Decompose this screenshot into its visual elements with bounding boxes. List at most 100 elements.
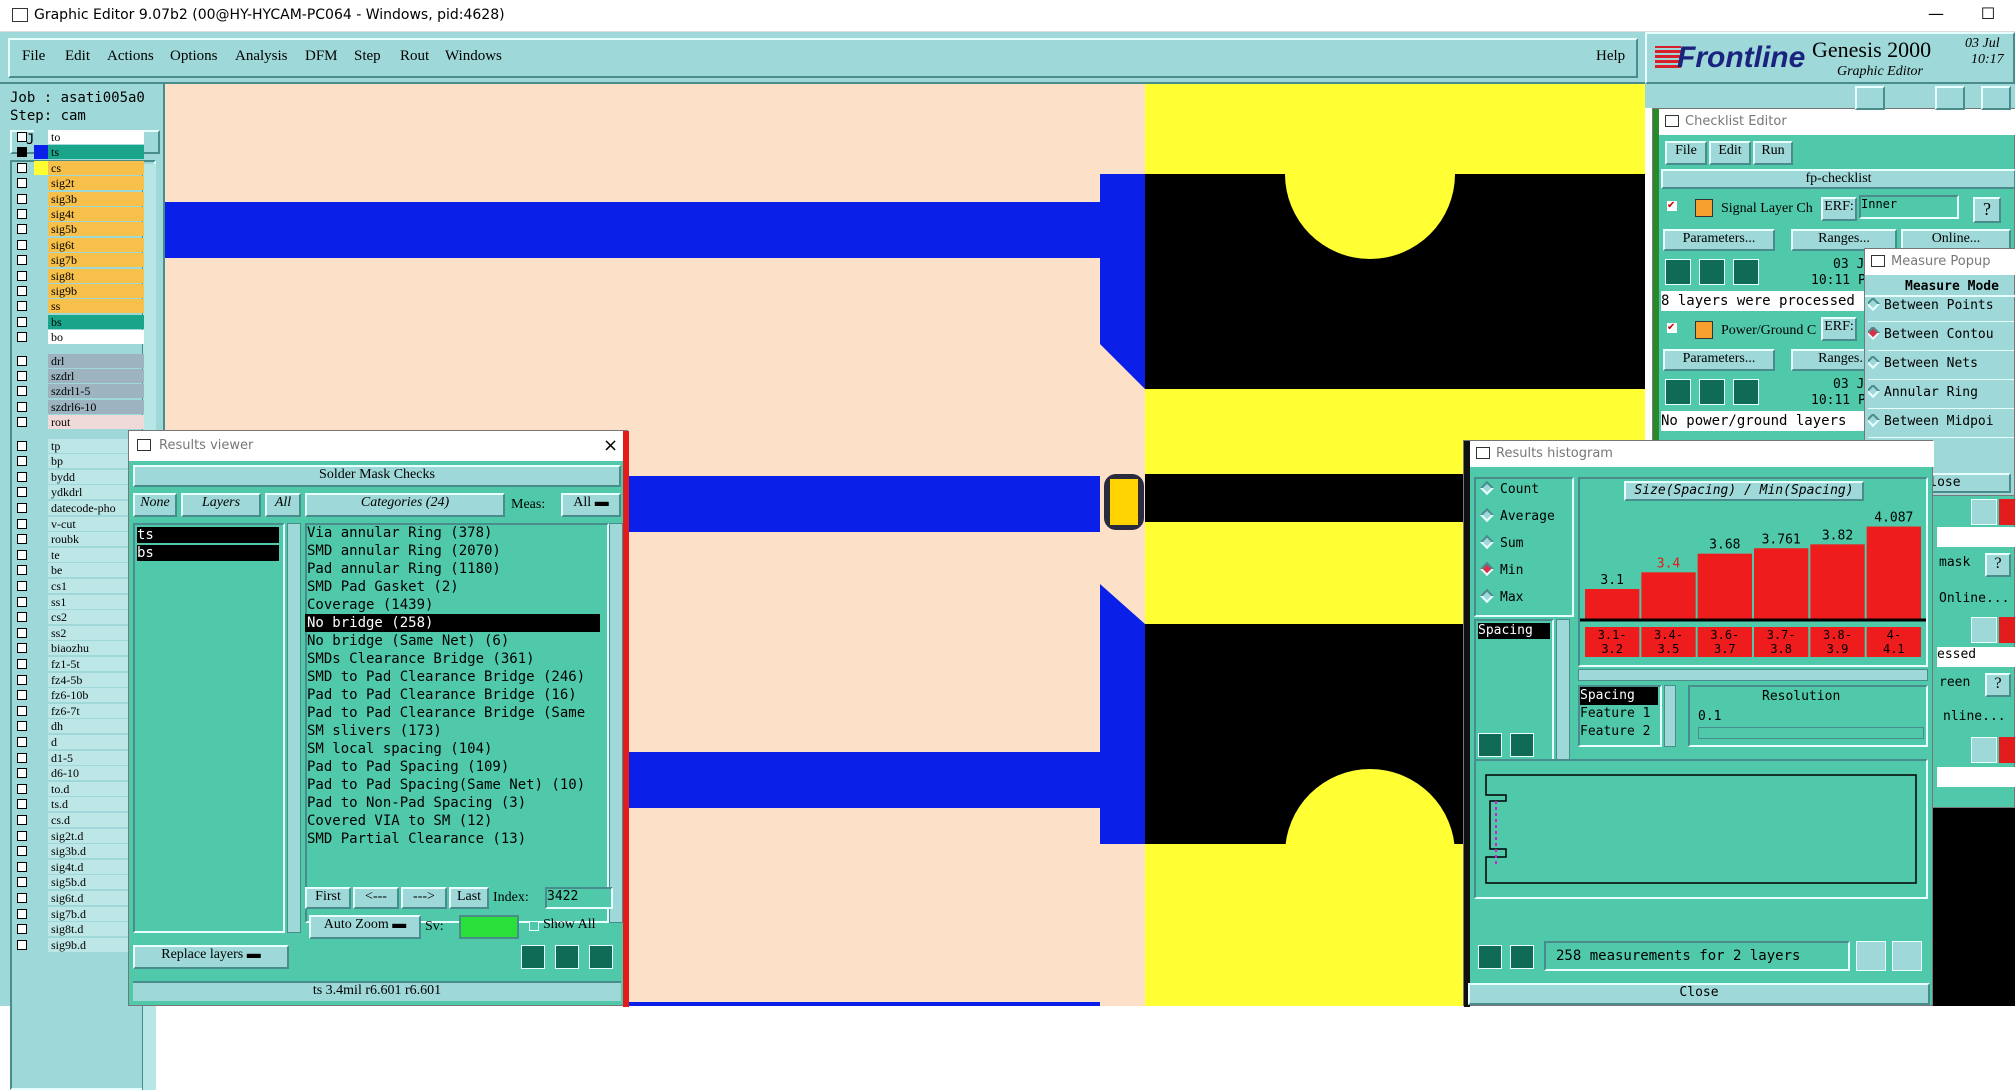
layer-row[interactable]: sig4t xyxy=(14,207,144,221)
category-item[interactable]: Covered VIA to SM (12) xyxy=(305,812,600,830)
layer-name[interactable]: drl xyxy=(48,353,144,368)
layer-checkbox[interactable] xyxy=(17,471,27,482)
replace-layers-select[interactable]: Replace layers ▬ xyxy=(133,945,289,969)
layer-checkbox[interactable] xyxy=(17,908,27,919)
next-button[interactable]: ---> xyxy=(401,887,447,909)
prop-spacing[interactable]: Spacing xyxy=(1580,687,1658,705)
layer-checkbox[interactable] xyxy=(17,768,27,779)
layer-row[interactable]: dh xyxy=(14,719,144,734)
layer-name[interactable]: sig3b xyxy=(48,191,144,206)
menu-help[interactable]: Help xyxy=(1596,48,1625,65)
field-list-vscroll[interactable] xyxy=(1556,619,1570,775)
sv-color-select[interactable] xyxy=(459,915,519,939)
layer-row[interactable]: d6-10 xyxy=(14,766,144,781)
layer-checkbox[interactable] xyxy=(17,549,27,560)
toolbar-icon[interactable] xyxy=(1855,86,1885,110)
layer-name[interactable]: ss xyxy=(48,299,144,314)
layer-checkbox[interactable] xyxy=(17,690,27,701)
categories-vscroll[interactable] xyxy=(609,523,623,923)
run-icon[interactable] xyxy=(1665,259,1691,285)
histogram-option[interactable]: Max xyxy=(1479,588,1523,605)
layer-checkbox[interactable] xyxy=(17,924,27,935)
meas-select[interactable]: All ▬ xyxy=(561,493,621,517)
layer-checkbox[interactable] xyxy=(17,209,27,219)
menu-rout[interactable]: Rout xyxy=(400,48,429,65)
layer-row[interactable]: sig8t.d xyxy=(14,922,144,937)
layer-row[interactable]: szdrl xyxy=(14,369,144,383)
layer-checkbox[interactable] xyxy=(17,612,27,623)
layer-row[interactable]: bydd xyxy=(14,469,144,484)
layer-checkbox[interactable] xyxy=(17,386,27,397)
layers-button[interactable]: Layers xyxy=(181,493,261,517)
layer-row[interactable]: cs1 xyxy=(14,579,144,593)
layer-row[interactable]: sig7b xyxy=(14,253,144,268)
export-icon[interactable] xyxy=(1856,941,1886,971)
layer-checkbox[interactable] xyxy=(17,861,27,872)
layer-checkbox[interactable] xyxy=(17,877,27,888)
layer-checkbox[interactable] xyxy=(17,659,27,669)
zoom-icon[interactable] xyxy=(1971,737,1997,763)
parameters-button-2[interactable]: Parameters... xyxy=(1663,349,1775,371)
help-icon[interactable]: ? xyxy=(1985,553,2011,577)
histogram-field-spacing[interactable]: Spacing xyxy=(1478,623,1550,639)
layer-row[interactable]: sig3b.d xyxy=(14,844,144,859)
layer-name[interactable]: bs xyxy=(48,314,144,329)
del-icon[interactable] xyxy=(1478,945,1502,969)
all-button[interactable]: All xyxy=(265,493,301,517)
category-item[interactable]: SMDs Clearance Bridge (361) xyxy=(305,650,600,668)
layer-checkbox[interactable] xyxy=(17,643,27,654)
layer-row[interactable]: to.d xyxy=(14,781,144,796)
layer-name[interactable]: sig7b xyxy=(48,253,144,268)
layer-checkbox[interactable] xyxy=(17,627,27,638)
histogram-option[interactable]: Sum xyxy=(1479,534,1523,551)
layer-row[interactable]: sig3b xyxy=(14,191,144,206)
layer-row[interactable]: sig6t.d xyxy=(14,891,144,905)
layer-name[interactable]: sig8t xyxy=(48,268,144,283)
layer-row[interactable]: v-cut xyxy=(14,516,144,531)
check-fragment-online[interactable]: Online... xyxy=(1939,591,2009,606)
first-button[interactable]: First xyxy=(305,887,351,909)
layer-checkbox[interactable] xyxy=(17,316,27,327)
maximize-icon[interactable]: ☐ xyxy=(1970,4,2006,26)
layer-checkbox[interactable] xyxy=(17,239,27,250)
category-item[interactable]: SMD annular Ring (2070) xyxy=(305,542,600,560)
layer-row[interactable]: sig8t xyxy=(14,268,144,283)
layer-row[interactable]: szdrl6-10 xyxy=(14,399,144,414)
layer-row[interactable]: be xyxy=(14,563,144,578)
layer-row[interactable]: sig7b.d xyxy=(14,906,144,921)
ref-icon[interactable] xyxy=(555,945,579,969)
measure-mode-option[interactable]: Between Midpoi xyxy=(1868,414,2014,438)
menu-windows[interactable]: Windows xyxy=(445,48,502,65)
close-icon[interactable]: × xyxy=(603,435,618,456)
layer-name[interactable]: sig5b xyxy=(48,222,144,237)
menu-file[interactable]: File xyxy=(22,48,45,65)
layer-checkbox[interactable] xyxy=(17,815,27,825)
category-item[interactable]: SMD to Pad Clearance Bridge (246) xyxy=(305,668,600,686)
layer-checkbox[interactable] xyxy=(17,487,27,498)
layer-row[interactable]: sig5b.d xyxy=(14,875,144,890)
layer-row[interactable]: sig2t xyxy=(14,176,144,191)
layer-row[interactable]: bp xyxy=(14,454,144,469)
help-icon[interactable]: ? xyxy=(1973,197,2001,223)
histogram-hscroll[interactable] xyxy=(1578,669,1928,681)
check-item-2-name[interactable]: Power/Ground C xyxy=(1721,323,1816,339)
none-button[interactable]: None xyxy=(133,493,177,517)
resolution-slider[interactable] xyxy=(1698,727,1924,739)
category-item[interactable]: SM slivers (173) xyxy=(305,722,600,740)
layer-row[interactable]: fz4-5b xyxy=(14,672,144,687)
help-icon[interactable]: ? xyxy=(1985,673,2011,697)
layer-row[interactable]: rout xyxy=(14,415,144,430)
layer-row[interactable]: ss2 xyxy=(14,625,144,640)
histogram-bar[interactable] xyxy=(1810,544,1865,619)
layer-name[interactable]: to xyxy=(48,130,144,144)
menu-edit[interactable]: Edit xyxy=(65,48,90,65)
histogram-option[interactable]: Count xyxy=(1479,480,1539,497)
layer-name[interactable]: sig9b xyxy=(48,284,144,298)
layer-row[interactable]: tp xyxy=(14,438,144,453)
measure-mode-option[interactable]: Annular Ring xyxy=(1868,385,2014,409)
category-item[interactable]: No bridge (Same Net) (6) xyxy=(305,632,600,650)
show-all-checkbox[interactable] xyxy=(529,921,539,931)
layer-checkbox[interactable] xyxy=(17,674,27,685)
layer-checkbox[interactable] xyxy=(17,193,27,204)
layer-checkbox[interactable] xyxy=(17,456,27,467)
